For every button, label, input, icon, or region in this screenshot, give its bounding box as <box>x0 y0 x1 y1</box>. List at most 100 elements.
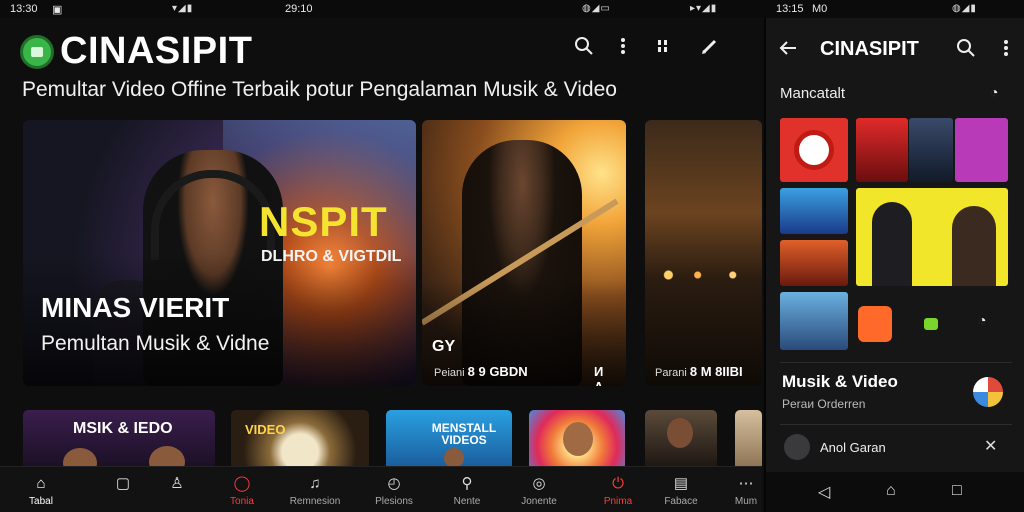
card-footer-label: Peiani <box>434 367 465 379</box>
system-nav-bar: ◁ ⌂ □ <box>766 472 1024 512</box>
thumbnail-card[interactable]: MSIK & IEDO <box>23 410 215 470</box>
back-arrow-icon[interactable] <box>778 38 798 63</box>
signal-icons: ◍◢▭ <box>582 3 611 14</box>
close-icon[interactable]: ✕ <box>984 436 997 456</box>
nav-label: Mum <box>734 496 758 507</box>
chat-bubble-icon[interactable]: ◔ <box>978 312 986 328</box>
nav-label: Jonente <box>521 496 557 507</box>
status-time-right: 13:15 <box>776 3 804 15</box>
search-icon[interactable] <box>571 36 597 62</box>
card-footer-extra: И A <box>594 364 604 386</box>
thumbnail-card[interactable]: VIDEO <box>231 410 369 470</box>
more-icon: ⋯ <box>738 475 754 492</box>
edit-icon[interactable] <box>697 36 723 62</box>
notification-icon: ▣ <box>52 4 63 16</box>
status-time-center: 29:10 <box>285 3 313 15</box>
nav-item-explore[interactable]: ⚲ Nente <box>448 467 486 512</box>
nav-item-search[interactable]: ◯ Tonia <box>222 467 262 512</box>
search-icon[interactable] <box>956 38 976 63</box>
home-icon: ⌂ <box>36 475 46 492</box>
playlist-title[interactable]: Musik & Video <box>782 372 898 392</box>
featured-overlay-title: NSPIT <box>259 198 388 245</box>
album-tile[interactable] <box>909 118 953 182</box>
nav-item-history[interactable]: ◴ Plesions <box>370 467 418 512</box>
card-tag: GY <box>432 338 456 355</box>
card-footer-value: 8 M 8IIBI <box>689 364 743 379</box>
folder-icon: ▤ <box>673 475 689 492</box>
chat-icon: ▢ <box>115 475 131 492</box>
album-tile[interactable] <box>780 292 848 350</box>
card-footer-label: Parani <box>655 367 687 379</box>
panel-title: CINASIPIT <box>820 38 919 60</box>
album-tile[interactable] <box>856 118 908 182</box>
thumbnail-label: MSIK & IEDO <box>73 420 173 437</box>
signal-icons: ▾◢▮ <box>172 3 194 14</box>
recents-icon[interactable]: □ <box>952 482 962 500</box>
app-logo-icon <box>20 35 54 69</box>
nav-item-chat[interactable]: ▢ <box>108 467 138 512</box>
featured-subtitle: Pemultan Musik & Vidne <box>41 332 270 355</box>
featured-card-main[interactable]: NSPIT DLHRO & VIGTDIL MINAS VIERIT Pemul… <box>23 120 416 386</box>
thumbnail-card[interactable] <box>645 410 717 470</box>
search-icon: ⚲ <box>461 475 473 492</box>
thumbnail-card[interactable] <box>735 410 762 470</box>
featured-card-guitar[interactable]: GY Peiani 8 9 GBDN И A <box>422 120 626 386</box>
album-tile-large[interactable] <box>856 188 1008 286</box>
nav-item-profile[interactable]: ♙ <box>162 467 192 512</box>
grid-icon[interactable] <box>650 36 676 62</box>
playlist-subtitle: Peraи Orderren <box>782 397 866 411</box>
more-vert-icon[interactable] <box>996 38 1016 63</box>
player-avatar <box>784 434 810 460</box>
nav-item-more[interactable]: ⋯ Mum <box>730 467 762 512</box>
thumbnail-face <box>563 422 593 456</box>
home-icon[interactable]: ⌂ <box>886 482 896 500</box>
green-badge-icon <box>924 318 938 330</box>
nav-label: Tonia <box>230 496 254 507</box>
signal-icons: ◍◢▮ <box>952 3 977 14</box>
album-tile[interactable] <box>780 240 848 286</box>
nav-item-music[interactable]: ♫ Remnesion <box>286 467 344 512</box>
featured-card-city[interactable]: Parani 8 M 8IIBI <box>645 120 762 386</box>
avatar[interactable] <box>973 377 1003 407</box>
featured-overlay-caption: DLHRO & VIGTDIL <box>261 248 402 265</box>
more-vert-icon[interactable] <box>610 36 636 62</box>
back-icon[interactable]: ◁ <box>818 482 830 502</box>
album-tile[interactable] <box>780 118 848 182</box>
status-bar: 13:30 ▣ ▾◢▮ 29:10 ◍◢▭ ▸▾◢▮ 13:15 M0 ◍◢▮ <box>0 0 1024 18</box>
app-icon-tile[interactable] <box>858 306 892 342</box>
power-icon: ⏻ <box>612 475 624 492</box>
status-time: 13:30 <box>10 3 38 15</box>
card-footer-value: 8 9 GBDN <box>467 364 528 379</box>
thumbnail-face <box>444 448 464 468</box>
nav-item-home[interactable]: ⌂ Tabal <box>24 467 58 512</box>
card-footer: Peiani 8 9 GBDN И A <box>434 364 603 386</box>
city-lights <box>645 260 762 290</box>
nav-item-premium[interactable]: ⏻ Pnima <box>598 467 638 512</box>
bottom-nav: ⌂ Tabal ▢ ♙ ◯ Tonia ♫ Remnesion ◴ Plesio… <box>0 466 762 512</box>
right-panel: CINASIPIT Mancatalt ◔ ◔ Musik & Video Pe… <box>764 18 1024 512</box>
chat-bubble-icon[interactable]: ◔ <box>990 84 998 100</box>
app-subtitle: Pemultar Video Offine Terbaik potur Peng… <box>22 78 617 101</box>
album-tile[interactable] <box>780 188 848 234</box>
divider <box>780 362 1012 363</box>
section-title: Mancatalt <box>780 85 846 102</box>
thumbnail-card[interactable]: MENSTALL VIDEOS <box>386 410 512 470</box>
disc-icon: ◎ <box>532 475 546 492</box>
app-header: CINASIPIT Pemultar Video Offine Terbaik … <box>0 18 762 118</box>
profile-icon: ♙ <box>170 475 184 492</box>
nav-label: Nente <box>453 496 481 507</box>
album-tile[interactable] <box>955 118 1008 182</box>
nav-label: Fabace <box>664 496 698 507</box>
nav-item-folder[interactable]: ▤ Fabace <box>660 467 702 512</box>
thumbnail-card[interactable] <box>529 410 625 470</box>
thumbnail-label: VIDEO <box>245 422 286 437</box>
nav-label: Pnima <box>603 496 633 507</box>
nav-label: Remnesion <box>289 496 341 507</box>
nav-label: Plesions <box>375 496 413 507</box>
status-label: M0 <box>812 3 828 15</box>
search-icon: ◯ <box>233 475 251 492</box>
music-icon: ♫ <box>309 475 321 492</box>
nav-label: Tabal <box>29 496 53 507</box>
player-name[interactable]: Anol Garan <box>820 440 886 455</box>
nav-item-library[interactable]: ◎ Jonente <box>518 467 560 512</box>
